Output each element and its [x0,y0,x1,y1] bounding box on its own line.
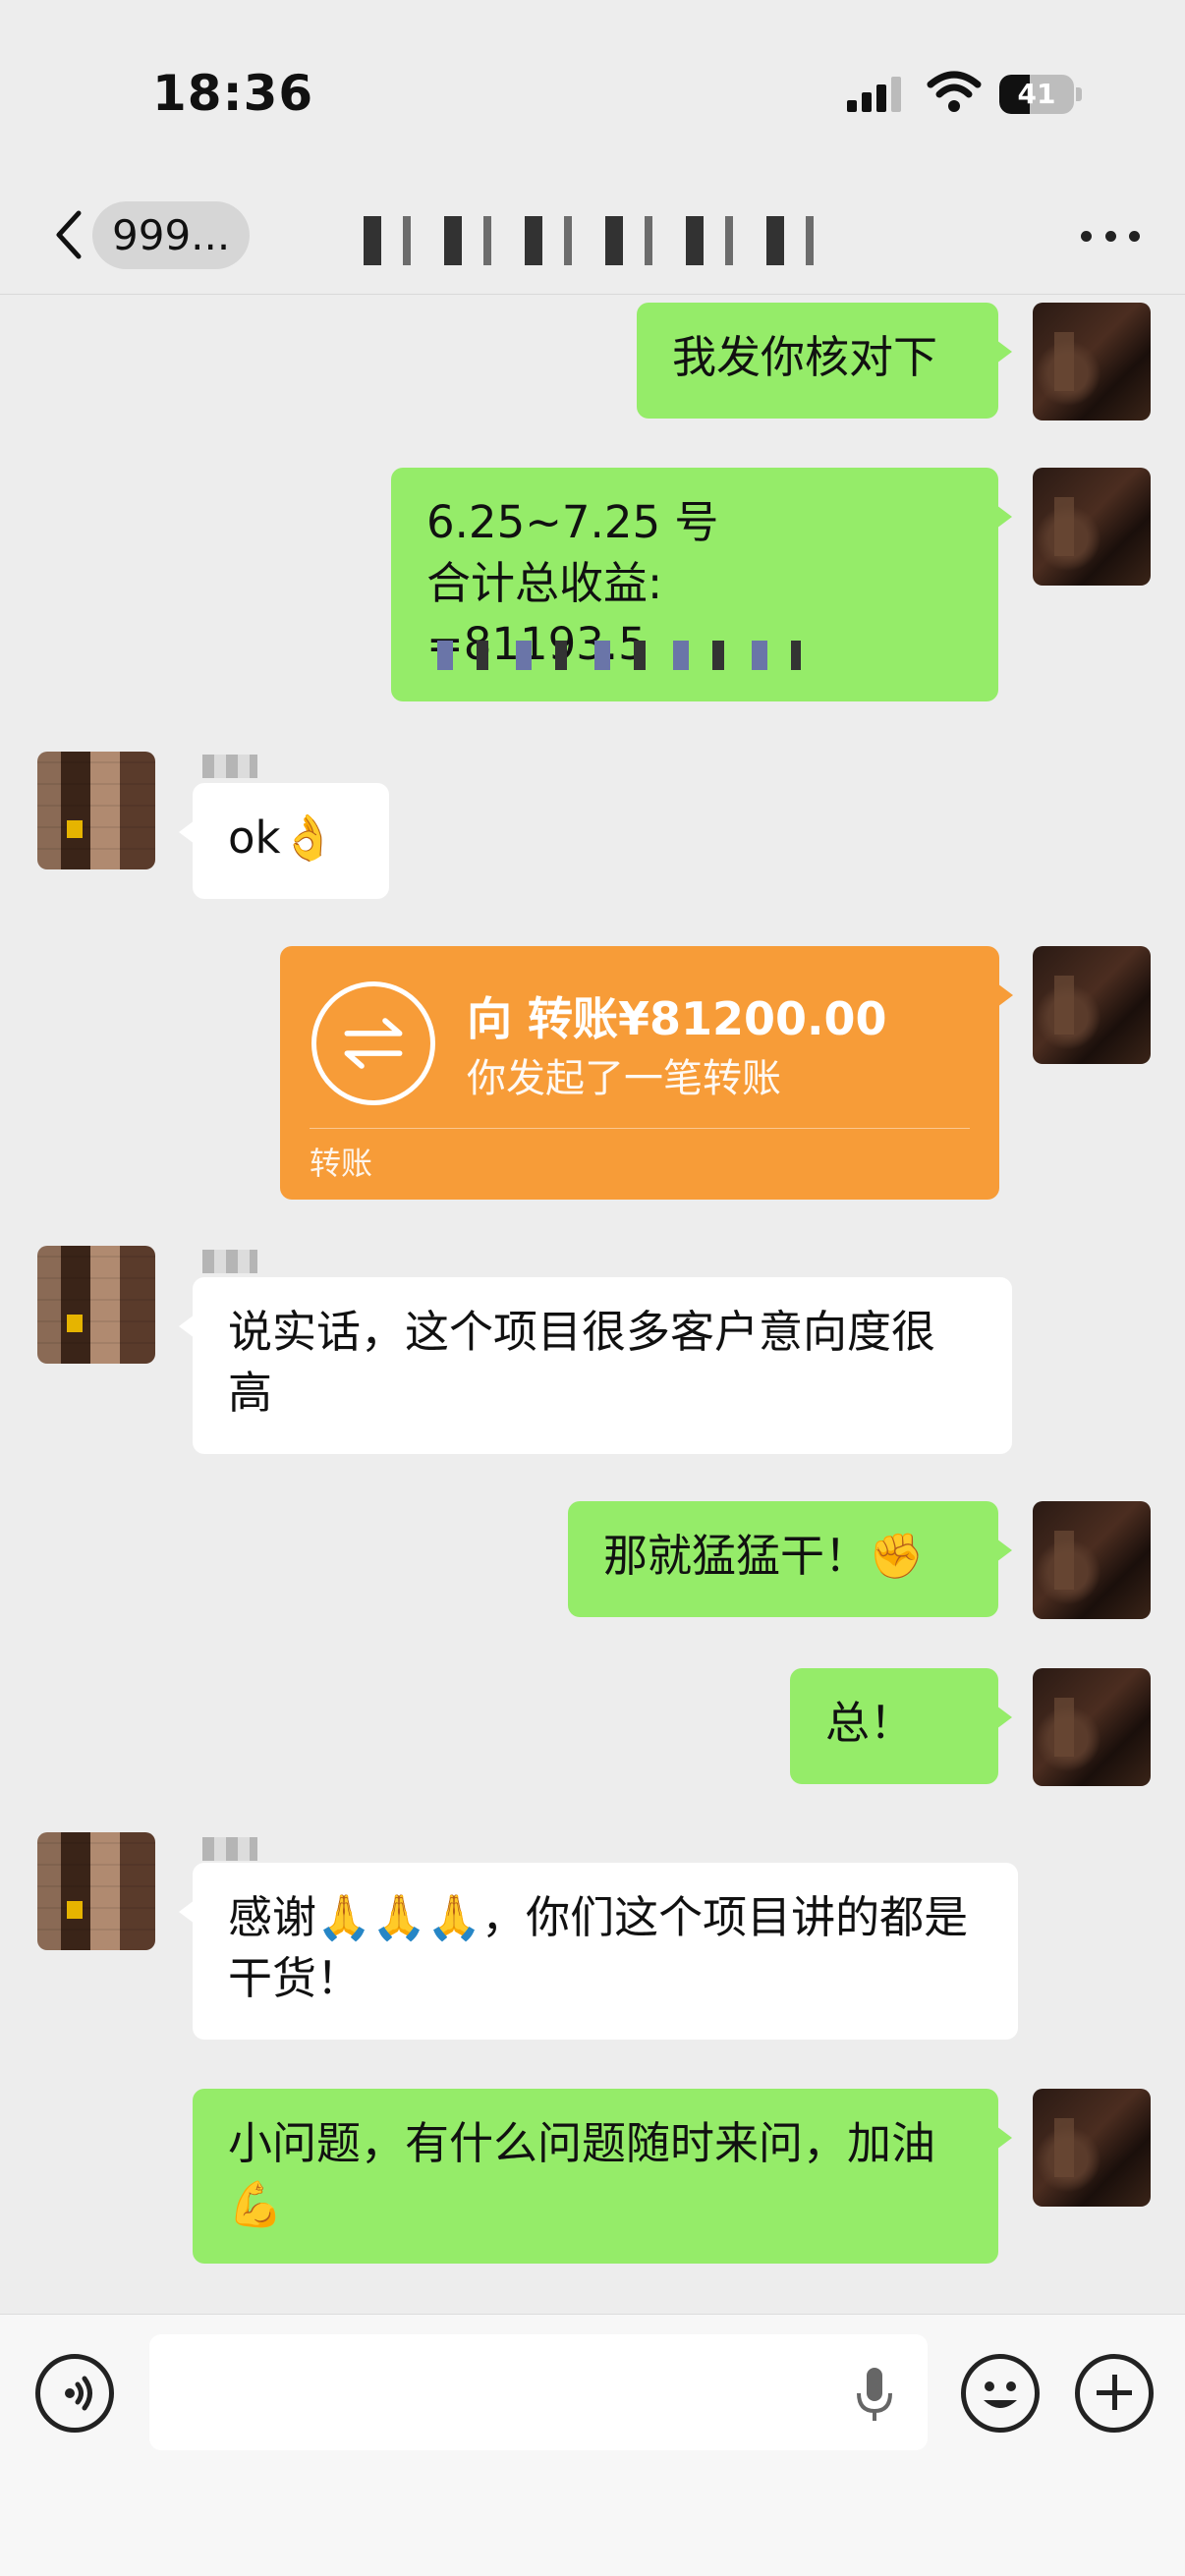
my-avatar[interactable] [1033,303,1151,420]
chevron-left-icon [56,210,82,259]
transfer-card[interactable]: 向 转账¥81200.00 你发起了一笔转账 转账 [280,946,1013,1200]
redacted-mosaic [437,641,801,670]
chat-header: 999... [0,177,1185,295]
message-bubble[interactable]: 感谢🙏🙏🙏，你们这个项目讲的都是干货！ [179,1863,1018,2040]
input-bar [0,2314,1185,2576]
back-button[interactable]: 999... [49,195,251,275]
unread-count-pill: 999... [92,200,251,269]
signal-icon [847,77,901,112]
mic-icon[interactable] [851,2366,898,2425]
message-bubble[interactable]: 那就猛猛干！✊ [568,1501,1012,1617]
my-avatar[interactable] [1033,2089,1151,2207]
my-avatar[interactable] [1033,946,1151,1064]
my-avatar[interactable] [1033,1668,1151,1786]
voice-icon[interactable] [35,2354,114,2433]
friend-nickname-redacted [202,1837,257,1861]
plus-icon[interactable] [1075,2354,1154,2433]
chat-title-redacted [364,216,835,265]
my-avatar[interactable] [1033,468,1151,586]
message-bubble[interactable]: ok👌 [179,783,389,899]
message-input[interactable] [149,2334,928,2450]
transfer-subtitle: 你发起了一笔转账 [467,1056,781,1101]
my-avatar[interactable] [1033,1501,1151,1619]
battery-percent: 41 [1017,78,1056,110]
transfer-footer: 转账 [310,1145,373,1182]
friend-nickname-redacted [202,1250,257,1273]
message-bubble[interactable]: 说实话，这个项目很多客户意向度很高 [179,1277,1012,1454]
wifi-icon [927,71,982,112]
friend-avatar[interactable] [37,752,155,869]
status-bar: 18:36 41 [0,0,1185,177]
more-dots-icon[interactable] [1081,216,1140,255]
friend-avatar[interactable] [37,1832,155,1950]
status-time: 18:36 [152,65,314,122]
message-bubble[interactable]: 小问题，有什么问题随时来问，加油💪 [193,2089,1012,2264]
emoji-icon[interactable] [961,2354,1040,2433]
message-bubble[interactable]: 总！ [790,1668,1012,1784]
transfer-title: 向 转账¥81200.00 [467,992,887,1045]
friend-avatar[interactable] [37,1246,155,1364]
message-bubble[interactable]: 我发你核对下 [637,303,1012,419]
divider [310,1128,970,1129]
friend-nickname-redacted [202,755,257,778]
battery-icon: 41 [999,75,1082,114]
transfer-arrows-icon [311,981,435,1105]
